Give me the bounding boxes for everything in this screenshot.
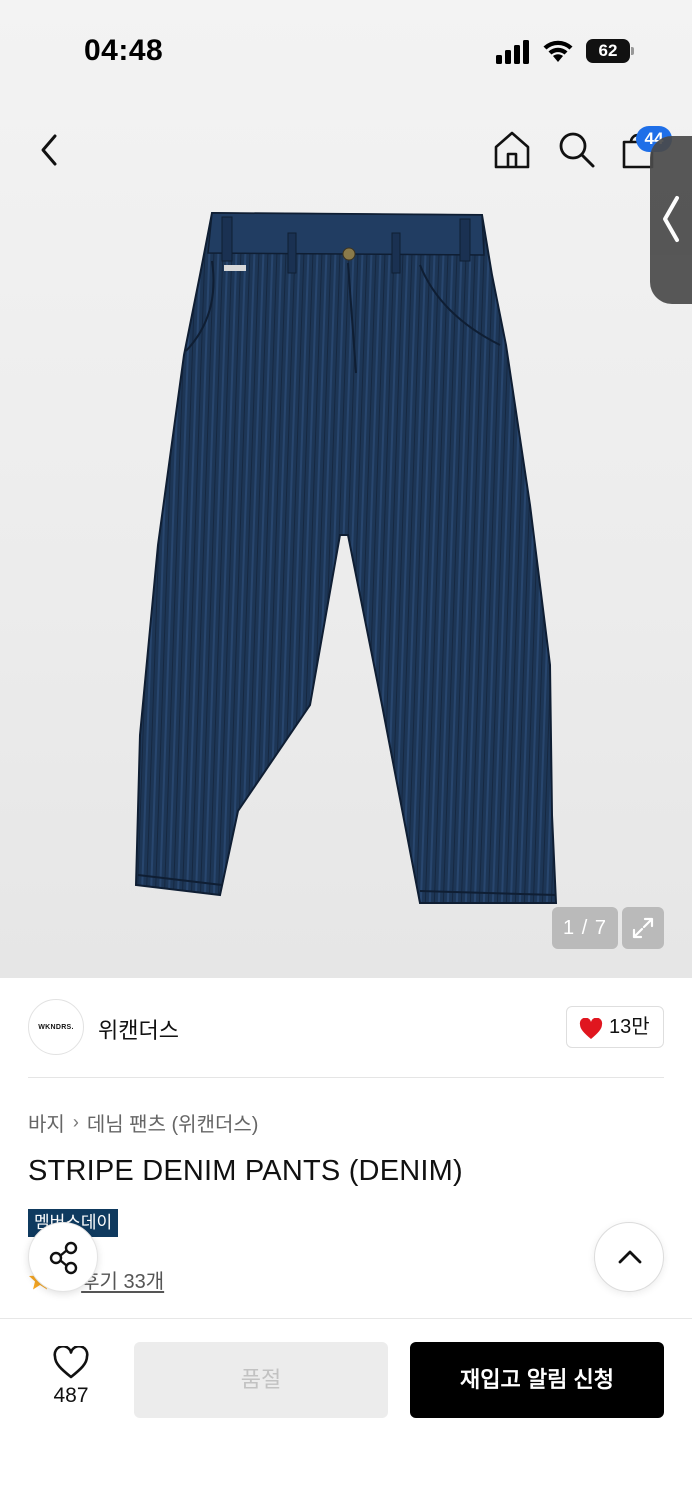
wishlist-count: 487 (53, 1384, 89, 1407)
expand-button[interactable] (622, 907, 664, 949)
breadcrumb-item-category[interactable]: 바지 (28, 1108, 65, 1137)
status-bar: 04:48 62 (0, 0, 692, 100)
chevron-right-icon: › (72, 1112, 79, 1132)
battery-cap (631, 47, 634, 55)
brand-like-count: 13만 (609, 1016, 650, 1038)
wifi-icon (543, 40, 573, 62)
home-icon[interactable] (490, 128, 534, 172)
side-drawer-tab[interactable] (650, 136, 692, 304)
product-image-gallery[interactable]: 04:48 62 44 1 / 7 (0, 0, 692, 978)
battery-icon: 62 (586, 39, 630, 63)
heart-outline-icon (53, 1346, 89, 1379)
product-photo (134, 211, 558, 904)
image-counter: 1 / 7 (552, 907, 618, 949)
expand-icon (632, 917, 654, 939)
chevron-left-icon[interactable] (30, 128, 70, 172)
brand-logo[interactable]: WKNDRS. (28, 999, 84, 1055)
heart-filled-icon (579, 1018, 603, 1039)
soldout-button[interactable]: 품절 (134, 1342, 388, 1418)
brand-like-button[interactable]: 13만 (566, 1006, 664, 1048)
chevron-up-icon (618, 1250, 642, 1264)
brand-logo-text: WKNDRS. (38, 1024, 74, 1031)
share-icon (49, 1241, 78, 1275)
battery-level: 62 (598, 41, 618, 60)
scroll-to-top-button[interactable] (594, 1222, 664, 1292)
breadcrumb: 바지 › 데님 팬츠 (위캔더스) (28, 1108, 258, 1137)
product-title: STRIPE DENIM PANTS (DENIM) (28, 1155, 463, 1187)
search-icon[interactable] (554, 128, 598, 172)
chevron-left-icon (663, 196, 679, 242)
divider (28, 1077, 664, 1078)
restock-alert-button[interactable]: 재입고 알림 신청 (410, 1342, 664, 1418)
status-time: 04:48 (84, 34, 164, 67)
brand-name[interactable]: 위캔더스 (98, 1013, 179, 1045)
wishlist-button[interactable]: 487 (30, 1342, 112, 1422)
cellular-signal-icon (496, 40, 529, 64)
breadcrumb-item-subcategory[interactable]: 데님 팬츠 (위캔더스) (87, 1108, 259, 1137)
share-button[interactable] (28, 1222, 98, 1292)
